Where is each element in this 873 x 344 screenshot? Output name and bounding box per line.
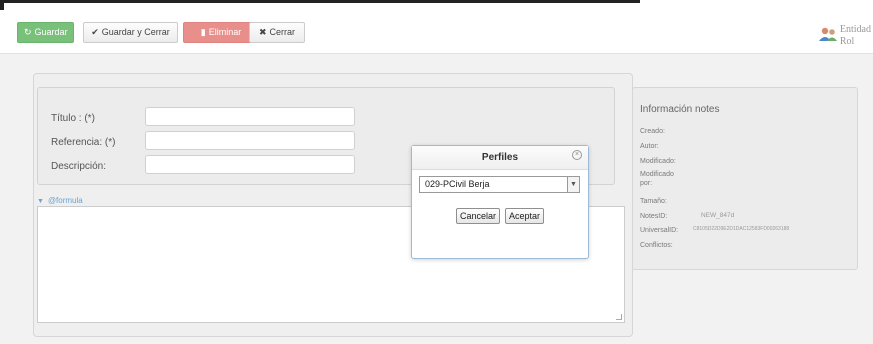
info-panel: Información notes Creado: Autor: Modific… xyxy=(632,87,858,270)
caret-down-icon: ▼ xyxy=(37,198,44,205)
check-icon: ✔ xyxy=(91,27,99,37)
cerrar-label: Cerrar xyxy=(269,27,296,37)
guardar-cerrar-label: Guardar y Cerrar xyxy=(101,27,170,37)
guardar-label: Guardar xyxy=(34,27,68,37)
refresh-icon: ↻ xyxy=(24,27,32,37)
info-label-modificado-por: Modificado por: xyxy=(640,171,674,187)
top-mark xyxy=(0,0,4,10)
aceptar-button[interactable]: Aceptar xyxy=(505,208,545,224)
chevron-down-icon[interactable]: ▼ xyxy=(567,177,579,192)
titulo-input[interactable] xyxy=(145,107,355,126)
top-strip xyxy=(0,0,873,10)
descripcion-input[interactable] xyxy=(145,155,355,174)
perfil-select[interactable]: 029-PCivil Berja ▼ xyxy=(419,176,580,193)
info-value-notesid: NEW_847d xyxy=(701,212,735,219)
top-bar xyxy=(0,0,640,3)
rol-text: Rol xyxy=(839,36,855,47)
toolbar: ↻ Guardar ✔ Guardar y Cerrar ▮ Eliminar ✖ Ce… xyxy=(0,10,873,54)
entity-role-block: Entidad Rol xyxy=(818,24,871,48)
info-label-creado: Creado: xyxy=(640,128,665,135)
referencia-label: Referencia: (*) xyxy=(51,137,116,148)
dialog-header: Perfiles xyxy=(412,146,588,170)
users-icon xyxy=(818,27,837,41)
info-label-tamano: Tamaño: xyxy=(640,198,667,205)
cerrar-button[interactable]: ✖ Cerrar xyxy=(249,22,305,43)
info-label-modificado: Modificado: xyxy=(640,158,676,165)
info-label-notesid: NotesID: xyxy=(640,213,668,220)
guardar-cerrar-button[interactable]: ✔ Guardar y Cerrar xyxy=(83,22,178,43)
info-title: Información notes xyxy=(640,104,720,115)
dialog-title: Perfiles xyxy=(481,152,519,163)
close-icon: ✖ xyxy=(258,27,267,37)
eliminar-label: Eliminar xyxy=(208,27,242,37)
info-value-universalid: C8105D22D9E2D1DAC12583FD00263188 xyxy=(693,226,790,232)
info-label-conflictos: Conflictos: xyxy=(640,242,673,249)
referencia-input[interactable] xyxy=(145,131,355,150)
guardar-button[interactable]: ↻ Guardar xyxy=(17,22,74,43)
trash-icon: ▮ xyxy=(200,27,206,37)
entidad-text: Entidad xyxy=(839,24,871,35)
eliminar-button[interactable]: ▮ Eliminar xyxy=(183,22,259,43)
descripcion-label: Descripción: xyxy=(51,161,107,172)
perfiles-dialog: Perfiles × 029-PCivil Berja ▼ Cancelar A… xyxy=(411,145,589,259)
formula-label: @formula xyxy=(47,196,83,205)
formula-toggle[interactable]: ▼ @formula xyxy=(37,196,83,205)
perfil-selected-value: 029-PCivil Berja xyxy=(425,179,490,189)
info-label-universalid: UniversalID: xyxy=(640,227,679,234)
dialog-close-icon[interactable]: × xyxy=(572,150,582,160)
titulo-label: Título : (*) xyxy=(51,113,95,124)
resize-handle[interactable] xyxy=(616,314,622,320)
info-label-autor: Autor: xyxy=(640,143,659,150)
cancelar-button[interactable]: Cancelar xyxy=(456,208,501,224)
